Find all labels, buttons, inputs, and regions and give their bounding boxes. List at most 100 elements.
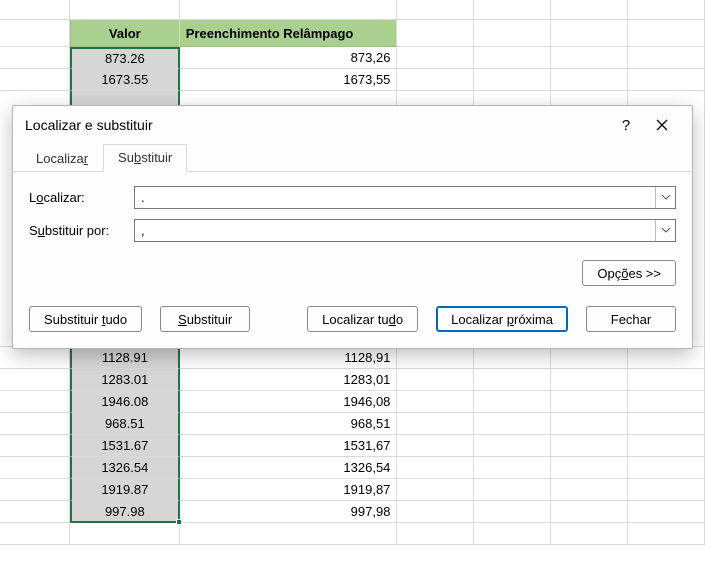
cell-valor[interactable]: 1128.91 bbox=[70, 347, 180, 369]
tab-find[interactable]: Localizar bbox=[21, 145, 103, 172]
find-all-button[interactable]: Localizar tudo bbox=[307, 306, 418, 332]
cell-blank[interactable] bbox=[397, 501, 474, 523]
cell-blank[interactable] bbox=[397, 0, 474, 20]
cell-preench[interactable]: 1326,54 bbox=[180, 457, 398, 479]
tab-replace[interactable]: Substituir bbox=[103, 144, 187, 172]
close-icon[interactable] bbox=[644, 110, 680, 140]
cell-blank[interactable] bbox=[0, 479, 70, 501]
cell-blank[interactable] bbox=[551, 413, 628, 435]
cell-blank[interactable] bbox=[397, 413, 474, 435]
cell-blank[interactable] bbox=[628, 479, 705, 501]
cell-blank[interactable] bbox=[474, 20, 551, 47]
cell-blank[interactable] bbox=[628, 0, 705, 20]
replace-input[interactable] bbox=[135, 220, 655, 241]
cell-blank[interactable] bbox=[180, 0, 398, 20]
replace-combobox[interactable] bbox=[134, 219, 676, 242]
cell-blank[interactable] bbox=[551, 501, 628, 523]
replace-all-button[interactable]: Substituir tudo bbox=[29, 306, 142, 332]
cell-blank[interactable] bbox=[628, 457, 705, 479]
cell-blank[interactable] bbox=[551, 457, 628, 479]
cell-blank[interactable] bbox=[180, 523, 398, 545]
cell-blank[interactable] bbox=[628, 369, 705, 391]
cell-blank[interactable] bbox=[397, 369, 474, 391]
cell-blank[interactable] bbox=[397, 47, 474, 69]
cell-blank[interactable] bbox=[551, 0, 628, 20]
cell-valor[interactable]: 1283.01 bbox=[70, 369, 180, 391]
cell-blank[interactable] bbox=[628, 435, 705, 457]
replace-button[interactable]: Substituir bbox=[160, 306, 250, 332]
cell-blank[interactable] bbox=[551, 391, 628, 413]
cell-valor[interactable]: 1531.67 bbox=[70, 435, 180, 457]
cell-blank[interactable] bbox=[397, 479, 474, 501]
cell-blank[interactable] bbox=[628, 47, 705, 69]
options-button[interactable]: Opções >> bbox=[582, 260, 676, 286]
chevron-down-icon[interactable] bbox=[655, 187, 675, 208]
cell-valor[interactable]: 968.51 bbox=[70, 413, 180, 435]
find-input[interactable] bbox=[135, 187, 655, 208]
cell-blank[interactable] bbox=[551, 347, 628, 369]
cell-valor[interactable]: 1673.55 bbox=[70, 69, 180, 91]
cell-blank[interactable] bbox=[628, 391, 705, 413]
cell-preench[interactable]: 968,51 bbox=[180, 413, 398, 435]
cell-blank[interactable] bbox=[628, 69, 705, 91]
cell-blank[interactable] bbox=[628, 347, 705, 369]
column-header-preenchimento[interactable]: Preenchimento Relâmpago bbox=[180, 20, 398, 47]
cell-valor[interactable]: 873.26 bbox=[70, 47, 180, 69]
help-button[interactable]: ? bbox=[608, 110, 644, 140]
cell-blank[interactable] bbox=[0, 435, 70, 457]
cell-valor[interactable]: 1326.54 bbox=[70, 457, 180, 479]
cell-blank[interactable] bbox=[0, 47, 70, 69]
cell-blank[interactable] bbox=[628, 20, 705, 47]
cell-blank[interactable] bbox=[551, 69, 628, 91]
cell-blank[interactable] bbox=[474, 347, 551, 369]
cell-blank[interactable] bbox=[0, 457, 70, 479]
cell-blank[interactable] bbox=[397, 391, 474, 413]
cell-blank[interactable] bbox=[474, 0, 551, 20]
cell-blank[interactable] bbox=[474, 479, 551, 501]
cell-blank[interactable] bbox=[397, 523, 474, 545]
cell-blank[interactable] bbox=[474, 523, 551, 545]
column-header-valor[interactable]: Valor bbox=[70, 20, 180, 47]
cell-blank[interactable] bbox=[474, 457, 551, 479]
cell-blank[interactable] bbox=[474, 47, 551, 69]
cell-blank[interactable] bbox=[397, 457, 474, 479]
cell-preench[interactable]: 1919,87 bbox=[180, 479, 398, 501]
cell-preench[interactable]: 1128,91 bbox=[180, 347, 398, 369]
cell-blank[interactable] bbox=[474, 435, 551, 457]
cell-blank[interactable] bbox=[551, 435, 628, 457]
cell-blank[interactable] bbox=[397, 20, 474, 47]
cell-blank[interactable] bbox=[397, 347, 474, 369]
cell-preench[interactable]: 1531,67 bbox=[180, 435, 398, 457]
cell-blank[interactable] bbox=[0, 369, 70, 391]
chevron-down-icon[interactable] bbox=[655, 220, 675, 241]
cell-blank[interactable] bbox=[474, 69, 551, 91]
cell-blank[interactable] bbox=[474, 369, 551, 391]
cell-blank[interactable] bbox=[0, 523, 70, 545]
cell-blank[interactable] bbox=[0, 413, 70, 435]
dialog-titlebar[interactable]: Localizar e substituir ? bbox=[13, 106, 692, 144]
find-combobox[interactable] bbox=[134, 186, 676, 209]
cell-blank[interactable] bbox=[70, 0, 180, 20]
cell-preench[interactable]: 997,98 bbox=[180, 501, 398, 523]
cell-blank[interactable] bbox=[551, 523, 628, 545]
cell-blank[interactable] bbox=[70, 523, 180, 545]
cell-blank[interactable] bbox=[0, 0, 70, 20]
cell-valor[interactable]: 1919.87 bbox=[70, 479, 180, 501]
cell-blank[interactable] bbox=[551, 479, 628, 501]
cell-blank[interactable] bbox=[551, 47, 628, 69]
cell-preench[interactable]: 1673,55 bbox=[180, 69, 398, 91]
cell-blank[interactable] bbox=[628, 501, 705, 523]
cell-blank[interactable] bbox=[474, 413, 551, 435]
cell-blank[interactable] bbox=[0, 391, 70, 413]
cell-blank[interactable] bbox=[474, 501, 551, 523]
cell-blank[interactable] bbox=[551, 369, 628, 391]
cell-blank[interactable] bbox=[0, 69, 70, 91]
cell-blank[interactable] bbox=[628, 413, 705, 435]
cell-blank[interactable] bbox=[397, 435, 474, 457]
cell-preench[interactable]: 1946,08 bbox=[180, 391, 398, 413]
cell-blank[interactable] bbox=[0, 347, 70, 369]
fill-handle[interactable] bbox=[176, 519, 182, 525]
find-next-button[interactable]: Localizar próxima bbox=[436, 306, 568, 332]
cell-blank[interactable] bbox=[628, 523, 705, 545]
cell-blank[interactable] bbox=[397, 69, 474, 91]
